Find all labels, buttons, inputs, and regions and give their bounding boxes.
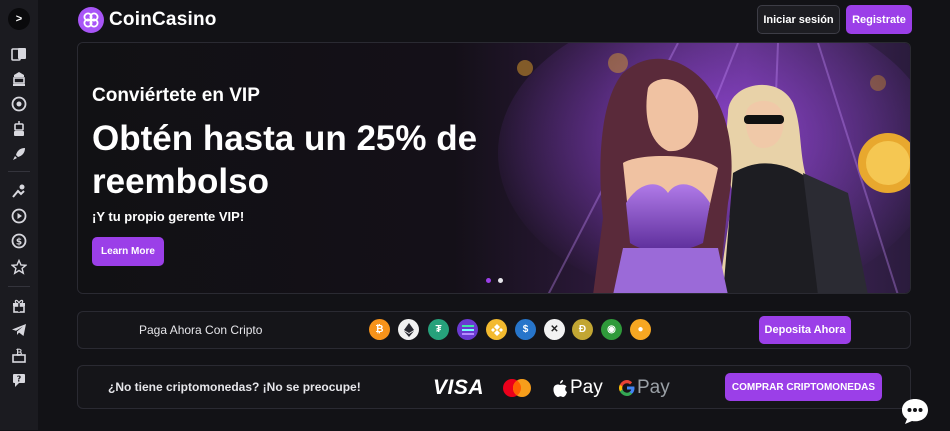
sports-icon[interactable] xyxy=(10,182,28,200)
support-icon[interactable]: ? xyxy=(10,371,28,389)
apple-icon xyxy=(553,380,567,397)
sidebar: > $ ₿ ? xyxy=(0,0,38,430)
telegram-icon[interactable] xyxy=(10,321,28,339)
sidebar-toggle-button[interactable]: > xyxy=(8,8,30,30)
logo[interactable]: CoinCasino xyxy=(78,7,217,33)
solana-icon xyxy=(457,319,478,340)
logo-icon xyxy=(78,7,104,33)
hero-subtitle: Conviértete en VIP xyxy=(92,85,260,106)
coin-icon: ◉ xyxy=(601,319,622,340)
xrp-icon: ✕ xyxy=(544,319,565,340)
apple-pay-logo: Pay xyxy=(552,376,603,400)
robot-icon[interactable] xyxy=(10,120,28,138)
google-pay-text: Pay xyxy=(637,377,670,398)
play-icon[interactable] xyxy=(10,207,28,225)
google-g-icon xyxy=(619,380,635,396)
svg-text:₿: ₿ xyxy=(16,348,23,357)
register-button[interactable]: Registrate xyxy=(846,5,912,34)
no-crypto-label: ¿No tiene criptomonedas? ¡No se preocupe… xyxy=(108,380,361,394)
mastercard-logo xyxy=(500,376,534,400)
sidebar-divider xyxy=(8,171,30,172)
visa-logo: VISA xyxy=(433,376,484,400)
live-chat-button[interactable] xyxy=(899,396,931,426)
crypto-pay-label: Paga Ahora Con Cripto xyxy=(139,323,263,337)
vip-promo-banner[interactable]: Conviértete en VIP Obtén hasta un 25% de… xyxy=(77,42,911,294)
svg-text:?: ? xyxy=(17,375,22,384)
top-bar: CoinCasino Iniciar sesión Registrate xyxy=(38,0,950,40)
login-button[interactable]: Iniciar sesión xyxy=(757,5,840,34)
gift-icon[interactable] xyxy=(10,296,28,314)
rocket-icon[interactable] xyxy=(10,145,28,163)
bitcoin-wallet-icon[interactable]: ₿ xyxy=(10,346,28,364)
buy-crypto-button[interactable]: COMPRAR CRIPTOMONEDAS xyxy=(725,373,882,401)
carousel-dot-2[interactable] xyxy=(498,278,503,283)
hero-tagline: ¡Y tu propio gerente VIP! xyxy=(92,209,245,224)
hero-title: Obtén hasta un 25% de reembolso xyxy=(92,119,478,201)
deposit-now-button[interactable]: Deposita Ahora xyxy=(759,316,851,344)
ethereum-icon xyxy=(398,319,419,340)
bnb-icon xyxy=(486,319,507,340)
bitcoin-icon: ₿ xyxy=(369,319,390,340)
crypto-payment-bar: Paga Ahora Con Cripto ₿ ₮ $ ✕ Ð ◉ ● Depo… xyxy=(77,311,911,349)
apple-pay-text: Pay xyxy=(570,377,603,398)
visa-text: VISA xyxy=(433,376,485,399)
card-payment-bar: ¿No tiene criptomonedas? ¡No se preocupe… xyxy=(77,365,911,409)
google-pay-logo: Pay xyxy=(618,376,670,400)
carousel-dot-1[interactable] xyxy=(486,278,491,283)
chip-icon[interactable] xyxy=(10,95,28,113)
sidebar-divider xyxy=(8,286,30,287)
dollar-coin-icon[interactable]: $ xyxy=(10,232,28,250)
logo-text: CoinCasino xyxy=(109,9,217,30)
dogecoin-icon: Ð xyxy=(572,319,593,340)
star-icon[interactable] xyxy=(10,258,28,276)
learn-more-button[interactable]: Learn More xyxy=(92,237,164,266)
casino-icon[interactable] xyxy=(10,70,28,88)
cards-icon[interactable] xyxy=(10,45,28,63)
tether-icon: ₮ xyxy=(428,319,449,340)
bonk-icon: ● xyxy=(630,319,651,340)
usdc-icon: $ xyxy=(515,319,536,340)
chat-bubble-icon xyxy=(902,399,928,424)
svg-text:$: $ xyxy=(16,238,22,248)
